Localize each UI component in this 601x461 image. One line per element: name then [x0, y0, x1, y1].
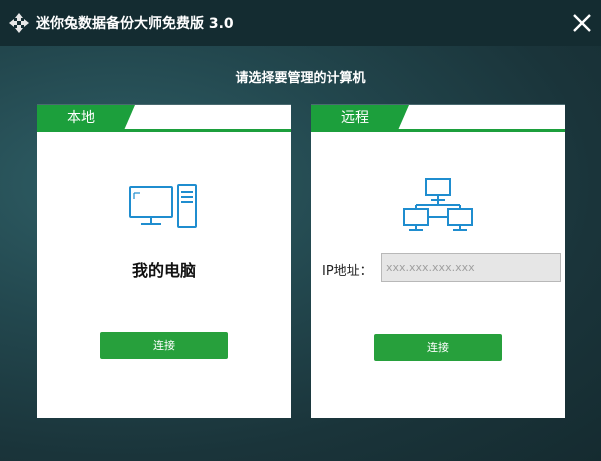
remote-tab-label: 远程 — [311, 105, 409, 132]
close-icon[interactable] — [571, 12, 593, 34]
ip-address-label: IP地址： — [322, 264, 373, 279]
computer-icon — [129, 184, 197, 228]
prompt-heading: 请选择要管理的计算机 — [235, 71, 366, 86]
local-tab-label: 本地 — [37, 105, 135, 132]
remote-card: 远程 IP地址： 连接 — [311, 104, 565, 418]
local-tab: 本地 — [37, 105, 291, 132]
local-connect-button[interactable]: 连接 — [100, 332, 228, 359]
window-title: 迷你兔数据备份大师免费版 3.0 — [36, 16, 234, 32]
title-bar: 迷你兔数据备份大师免费版 3.0 — [0, 0, 601, 46]
computer-icon-wrap — [37, 183, 291, 235]
local-card: 本地 我的电脑 连接 — [37, 104, 291, 418]
app-logo-icon — [9, 13, 29, 33]
remote-connect-button[interactable]: 连接 — [374, 334, 502, 361]
network-icon-wrap — [311, 177, 565, 237]
ip-address-input[interactable] — [381, 253, 561, 282]
network-icon — [403, 178, 473, 231]
remote-tab: 远程 — [311, 105, 565, 132]
my-computer-label: 我的电脑 — [131, 261, 196, 280]
